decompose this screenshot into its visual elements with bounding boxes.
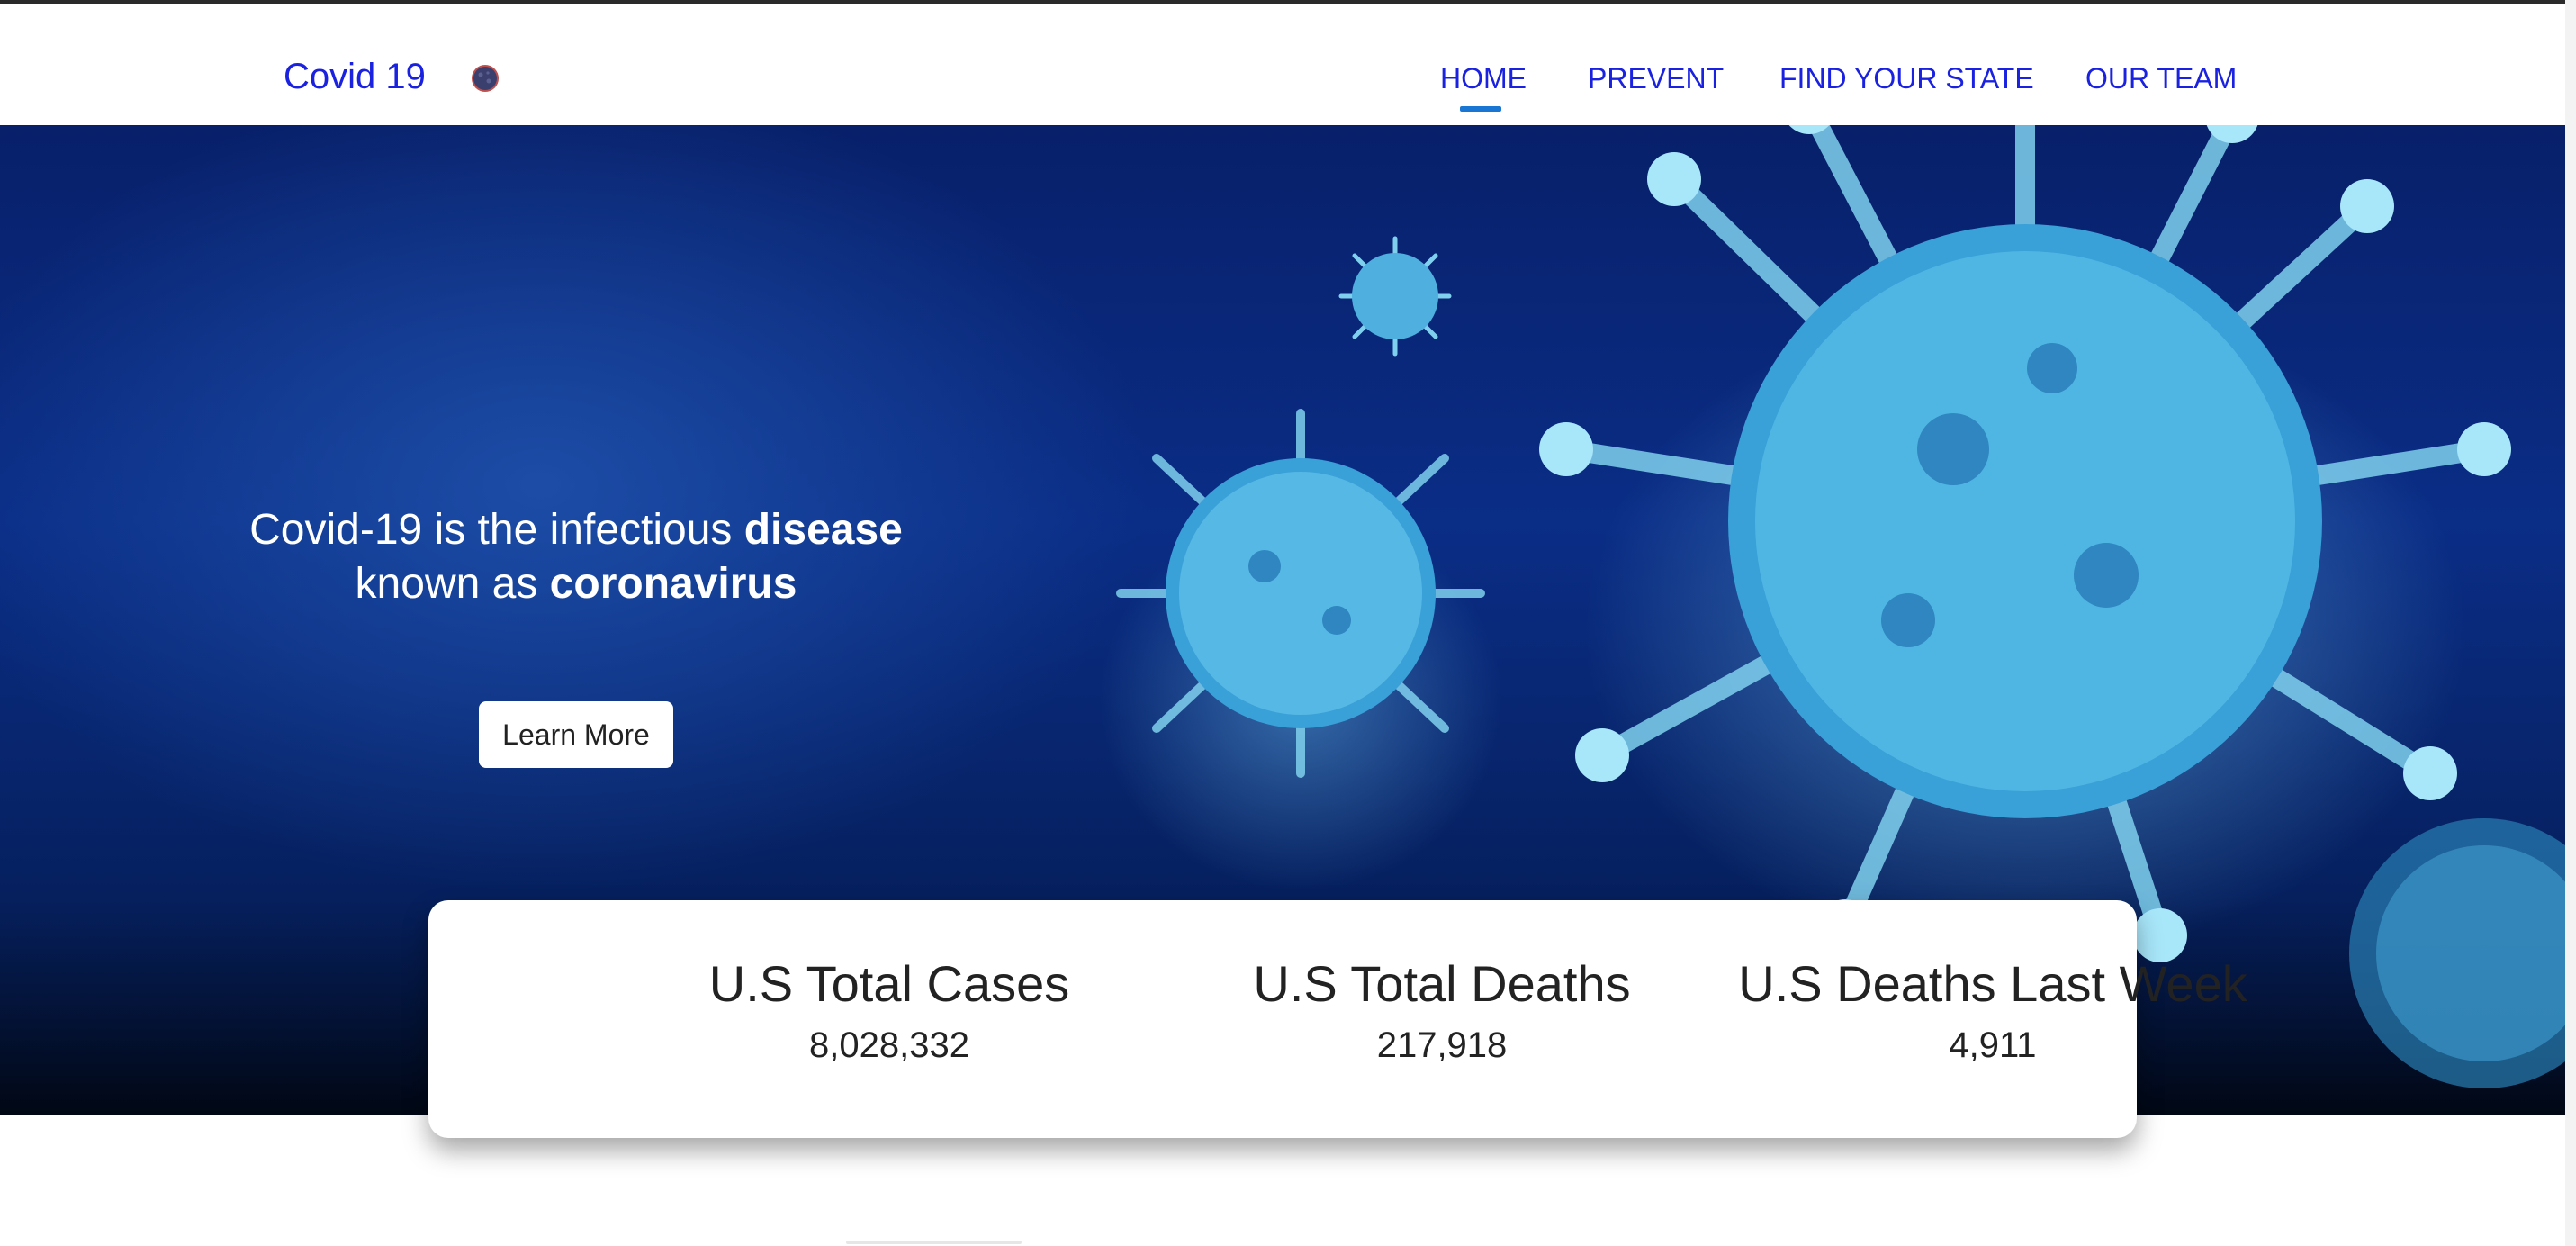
hero-line2-bold: coronavirus [549, 560, 797, 608]
stat-total-deaths: U.S Total Deaths 217,918 [1172, 954, 1712, 1068]
corner-virus-illustration [2349, 818, 2565, 1088]
us-stats-card: U.S Total Cases 8,028,332 U.S Total Deat… [428, 900, 2247, 1138]
stat-title: U.S Total Cases [708, 955, 1070, 1012]
section-divider [846, 1241, 1022, 1244]
stat-deaths-last-week: U.S Deaths Last Week 4,911 [1723, 954, 2263, 1068]
nav-prevent-link[interactable]: PREVENT [1588, 61, 1724, 95]
hero-line1-bold: disease [743, 506, 903, 554]
navbar: Covid 19 HOME PREVENT FIND YOUR STATE OU… [0, 4, 2565, 125]
nav-find-your-state-link[interactable]: FIND YOUR STATE [1779, 61, 2034, 95]
stat-value: 8,028,332 [809, 1025, 969, 1065]
hero-line1-text: Covid-19 is the infectious [249, 506, 744, 554]
nav-our-team-link[interactable]: OUR TEAM [2085, 61, 2237, 95]
brand-logo-text[interactable]: Covid 19 [284, 56, 426, 97]
coronavirus-icon [472, 65, 499, 92]
nav-home-link[interactable]: HOME [1440, 61, 1527, 95]
stat-value: 4,911 [1949, 1025, 2037, 1065]
learn-more-button[interactable]: Learn More [479, 701, 673, 768]
hero-line2-text: known as [355, 560, 550, 608]
stat-value: 217,918 [1376, 1025, 1508, 1065]
small-virus-illustration [1338, 236, 1452, 357]
stat-title: U.S Total Deaths [1253, 955, 1631, 1012]
window-right-edge [2565, 0, 2576, 1246]
stat-title: U.S Deaths Last Week [1738, 955, 2247, 1012]
nav-active-indicator [1460, 106, 1501, 112]
medium-virus-illustration [1116, 409, 1485, 778]
hero-headline: Covid-19 is the infectious disease known… [207, 503, 945, 611]
stat-total-cases: U.S Total Cases 8,028,332 [619, 954, 1159, 1068]
